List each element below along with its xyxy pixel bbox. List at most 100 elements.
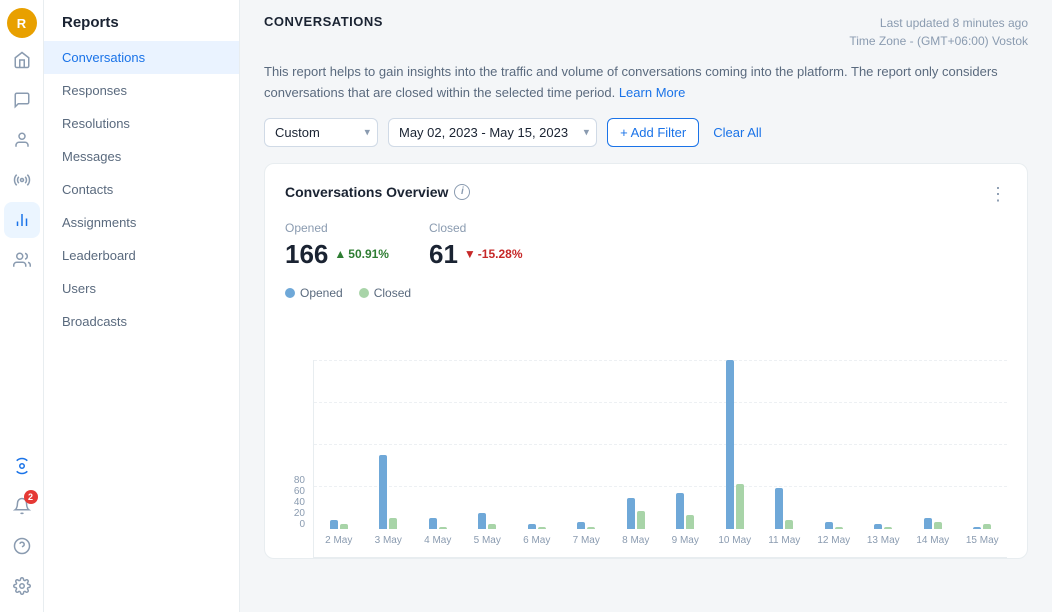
stats-row: Opened 166 ▲ 50.91% Closed 61 ▼ [285, 221, 1007, 270]
bar-group [760, 488, 810, 529]
bar-opened [330, 520, 338, 529]
closed-change: ▼ -15.28% [464, 247, 523, 261]
team-icon[interactable] [4, 242, 40, 278]
bar-group [413, 518, 463, 529]
x-axis-labels: 2 May3 May4 May5 May6 May7 May8 May9 May… [314, 529, 1007, 557]
x-axis-label: 10 May [710, 529, 760, 557]
sidebar-item-messages[interactable]: Messages [44, 140, 239, 173]
add-filter-button[interactable]: + Add Filter [607, 118, 699, 147]
help-icon[interactable] [4, 528, 40, 564]
legend-opened-dot [285, 288, 295, 298]
chart-area: 806040200 2 May3 May4 May5 May6 May7 May… [285, 308, 1007, 558]
opened-label: Opened [285, 221, 389, 235]
broadcast-icon[interactable] [4, 162, 40, 198]
description: This report helps to gain insights into … [264, 62, 1028, 104]
bar-opened [726, 360, 734, 529]
reports-icon[interactable] [4, 202, 40, 238]
last-updated: Last updated 8 minutes ago Time Zone - (… [849, 14, 1028, 50]
bar-closed [637, 511, 645, 529]
integrations-icon[interactable] [4, 448, 40, 484]
bar-group [661, 493, 711, 529]
legend-opened: Opened [285, 286, 343, 300]
bar-opened [429, 518, 437, 529]
sidebar-item-contacts[interactable]: Contacts [44, 173, 239, 206]
conversations-overview-card: Conversations Overview i ⋮ Opened 166 ▲ … [264, 163, 1028, 559]
x-axis-label: 5 May [463, 529, 513, 557]
contact-icon[interactable] [4, 122, 40, 158]
nav-sidebar: Reports Conversations Responses Resoluti… [44, 0, 240, 612]
x-axis-label: 3 May [364, 529, 414, 557]
bar-chart: 806040200 2 May3 May4 May5 May6 May7 May… [285, 308, 1007, 558]
bar-opened [825, 522, 833, 529]
sidebar-item-broadcasts[interactable]: Broadcasts [44, 305, 239, 338]
sidebar-item-resolutions[interactable]: Resolutions [44, 107, 239, 140]
bar-opened [577, 522, 585, 529]
period-select[interactable]: CustomLast 7 daysLast 30 days [264, 118, 378, 147]
bar-closed [686, 515, 694, 529]
bar-closed [736, 484, 744, 529]
bar-opened [924, 518, 932, 529]
nav-title: Reports [44, 0, 239, 41]
settings-icon[interactable] [4, 568, 40, 604]
main-content: CONVERSATIONS Last updated 8 minutes ago… [240, 0, 1052, 612]
grid-line [314, 360, 1007, 361]
y-axis: 806040200 [285, 475, 313, 558]
closed-stat: Closed 61 ▼ -15.28% [429, 221, 523, 270]
card-header: Conversations Overview i ⋮ [285, 184, 1007, 205]
notifications-icon[interactable]: 2 [4, 488, 40, 524]
x-axis-label: 15 May [958, 529, 1008, 557]
bar-group [364, 455, 414, 529]
closed-label: Closed [429, 221, 523, 235]
more-options-icon[interactable]: ⋮ [989, 184, 1007, 205]
clear-all-button[interactable]: Clear All [709, 119, 765, 146]
sidebar-item-users[interactable]: Users [44, 272, 239, 305]
bars-container: 2 May3 May4 May5 May6 May7 May8 May9 May… [313, 360, 1007, 558]
chart-legend: Opened Closed [285, 286, 1007, 300]
opened-change: ▲ 50.91% [334, 247, 389, 261]
main-header: CONVERSATIONS Last updated 8 minutes ago… [240, 0, 1052, 50]
sidebar-item-conversations[interactable]: Conversations [44, 41, 239, 74]
main-body: This report helps to gain insights into … [240, 50, 1052, 612]
sidebar-item-assignments[interactable]: Assignments [44, 206, 239, 239]
y-axis-label: 60 [294, 486, 305, 497]
bar-group [463, 513, 513, 529]
learn-more-link[interactable]: Learn More [619, 85, 685, 100]
grid-line [314, 444, 1007, 445]
notification-badge: 2 [24, 490, 38, 504]
bar-opened [627, 498, 635, 529]
y-axis-label: 0 [299, 519, 305, 530]
opened-stat: Opened 166 ▲ 50.91% [285, 221, 389, 270]
x-axis-label: 4 May [413, 529, 463, 557]
legend-closed-dot [359, 288, 369, 298]
bar-group [710, 360, 760, 529]
legend-closed: Closed [359, 286, 411, 300]
bar-closed [934, 522, 942, 529]
chat-icon[interactable] [4, 82, 40, 118]
x-axis-label: 11 May [760, 529, 810, 557]
home-icon[interactable] [4, 42, 40, 78]
period-filter-wrapper: CustomLast 7 daysLast 30 days [264, 118, 378, 147]
bar-opened [478, 513, 486, 529]
x-axis-label: 12 May [809, 529, 859, 557]
y-axis-label: 80 [294, 475, 305, 486]
x-axis-label: 9 May [661, 529, 711, 557]
bar-group [562, 522, 612, 529]
x-axis-label: 8 May [611, 529, 661, 557]
grid-line [314, 486, 1007, 487]
bar-group [314, 520, 364, 529]
card-title: Conversations Overview i [285, 184, 470, 200]
date-range-picker[interactable]: May 02, 2023 - May 15, 2023 [388, 118, 597, 147]
bar-closed [389, 518, 397, 529]
avatar[interactable]: R [7, 8, 37, 38]
bar-group [908, 518, 958, 529]
sidebar-item-responses[interactable]: Responses [44, 74, 239, 107]
sidebar-item-leaderboard[interactable]: Leaderboard [44, 239, 239, 272]
date-range-wrapper: May 02, 2023 - May 15, 2023 [388, 118, 597, 147]
x-axis-label: 7 May [562, 529, 612, 557]
x-axis-label: 13 May [859, 529, 909, 557]
x-axis-label: 14 May [908, 529, 958, 557]
up-arrow: ▲ [334, 247, 346, 261]
bar-opened [775, 488, 783, 529]
y-axis-label: 40 [294, 497, 305, 508]
info-icon[interactable]: i [454, 184, 470, 200]
